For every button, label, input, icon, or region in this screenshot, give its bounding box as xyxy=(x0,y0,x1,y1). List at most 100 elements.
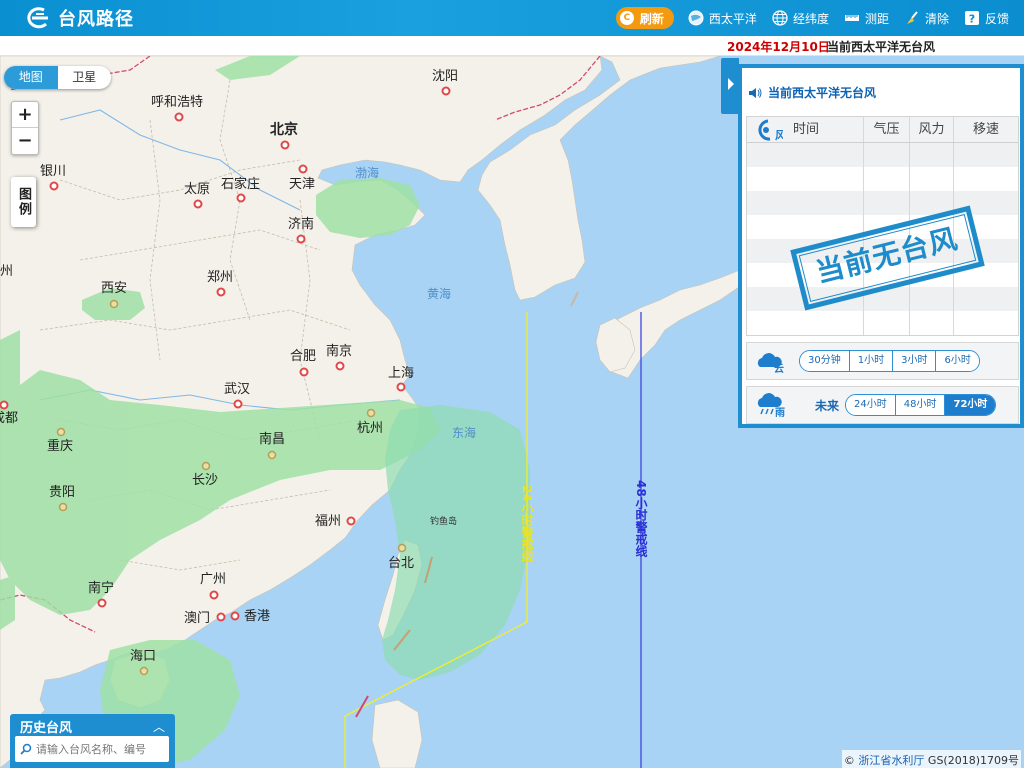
sea-label-east-china-sea: 东海 xyxy=(452,425,476,440)
history-typhoon-box: 历史台风 ︿ xyxy=(10,714,175,768)
zoom-out-button[interactable]: − xyxy=(12,128,38,154)
status-message: 当前西太平洋无台风 xyxy=(827,40,936,54)
globe-icon xyxy=(688,10,704,26)
map-copyright: © 浙江省水利厅 GS(2018)1709号 xyxy=(841,750,1021,768)
table-row xyxy=(747,311,1018,335)
refresh-label: 刷新 xyxy=(639,11,664,26)
svg-text:合肥: 合肥 xyxy=(290,349,316,364)
measure-label: 测距 xyxy=(864,11,889,26)
rain-option-24h[interactable]: 24小时 xyxy=(846,395,896,415)
refresh-icon: C xyxy=(619,11,634,25)
sea-label-diaoyu: 钓鱼岛 xyxy=(430,515,457,527)
warning-label-24h: 24小时警戒线 xyxy=(520,485,534,562)
city-partial-west[interactable]: 州 xyxy=(0,264,13,279)
cloud-option-1h[interactable]: 1小时 xyxy=(849,351,894,371)
typhoon-logo-icon xyxy=(27,7,48,29)
svg-text:银川: 银川 xyxy=(40,164,66,179)
panel-title: 当前西太平洋无台风 xyxy=(748,84,876,101)
svg-text:太原: 太原 xyxy=(184,182,210,197)
satellite-view-button[interactable]: 卫星 xyxy=(58,66,112,89)
svg-text:澳门: 澳门 xyxy=(184,610,210,626)
svg-text:上海: 上海 xyxy=(388,366,414,381)
svg-text:贵阳: 贵阳 xyxy=(49,485,75,500)
grid-globe-icon xyxy=(772,10,788,26)
header-bar: 台风路径 C 刷新 西太平洋 经纬度 测距 清除 ? 反馈 xyxy=(0,0,1024,36)
ruler-icon xyxy=(844,15,859,21)
panel-collapse-tab[interactable] xyxy=(721,58,739,114)
svg-text:香港: 香港 xyxy=(244,609,270,624)
svg-text:南宁: 南宁 xyxy=(88,580,114,596)
luzon-island xyxy=(371,699,423,768)
header-wind-force: 风力 xyxy=(910,117,954,142)
lat-lon-label: 经纬度 xyxy=(792,11,829,26)
collapse-caret-icon[interactable]: ︿ xyxy=(153,718,165,735)
clear-button[interactable]: 清除 xyxy=(904,10,949,27)
svg-text:杭州: 杭州 xyxy=(357,421,383,436)
search-icon xyxy=(20,743,32,755)
copyright-org-link[interactable]: 浙江省水利厅 xyxy=(858,754,924,767)
copyright-symbol: © xyxy=(843,754,855,767)
header-speed: 移速 xyxy=(972,122,999,137)
current-date: 2024年12月10日 xyxy=(727,40,830,54)
rain-interval-selector: 24小时 48小时 72小时 xyxy=(845,394,997,416)
west-pacific-button[interactable]: 西太平洋 xyxy=(688,10,757,27)
header-pressure: 气压 xyxy=(864,117,910,142)
wind-icon: 风 xyxy=(758,119,783,142)
zoom-in-button[interactable]: + xyxy=(12,102,38,128)
table-header: 风 时间 气压 风力 移速 xyxy=(747,117,1018,143)
app-logo: 台风路径 xyxy=(24,5,134,31)
app-title: 台风路径 xyxy=(58,9,134,30)
legend-button[interactable]: 图例 xyxy=(11,177,36,227)
svg-text:?: ? xyxy=(969,13,975,26)
svg-text:呼和浩特: 呼和浩特 xyxy=(151,95,203,110)
panel-body: 当前西太平洋无台风 风 时间 气压 风力 移速 xyxy=(738,64,1024,428)
svg-text:台北: 台北 xyxy=(388,556,414,571)
header-time: 时间 xyxy=(793,121,820,137)
svg-text:南昌: 南昌 xyxy=(259,431,285,447)
svg-text:重庆: 重庆 xyxy=(47,438,73,454)
map-approval-code: GS(2018)1709号 xyxy=(927,754,1019,767)
status-bar: 2024年12月10日 当前西太平洋无台风 xyxy=(0,36,1024,56)
svg-text:武汉: 武汉 xyxy=(224,382,250,397)
clear-label: 清除 xyxy=(924,11,949,26)
svg-text:西安: 西安 xyxy=(101,281,127,296)
rain-option-72h[interactable]: 72小时 xyxy=(945,395,996,415)
svg-text:海口: 海口 xyxy=(130,649,156,664)
typhoon-table: 风 时间 气压 风力 移速 xyxy=(746,116,1019,336)
svg-text:南京: 南京 xyxy=(326,343,352,359)
rain-cloud-icon: 雨 xyxy=(757,393,785,417)
map-view-button[interactable]: 地图 xyxy=(4,66,58,89)
measure-button[interactable]: 测距 xyxy=(844,10,889,27)
table-row xyxy=(747,191,1018,215)
svg-text:北京: 北京 xyxy=(270,121,298,138)
cloud-option-30min[interactable]: 30分钟 xyxy=(800,351,850,371)
svg-text:成都: 成都 xyxy=(0,411,18,426)
feedback-label: 反馈 xyxy=(984,11,1009,26)
cloud-option-6h[interactable]: 6小时 xyxy=(936,351,979,371)
history-title: 历史台风 xyxy=(20,721,73,736)
svg-text:风: 风 xyxy=(775,128,783,142)
panel-title-text: 当前西太平洋无台风 xyxy=(768,86,877,100)
table-row xyxy=(747,167,1018,191)
svg-text:福州: 福州 xyxy=(315,514,341,529)
refresh-button[interactable]: C 刷新 xyxy=(615,7,674,29)
table-row xyxy=(747,143,1018,167)
cloud-interval-selector: 30分钟 1小时 3小时 6小时 xyxy=(799,350,980,372)
history-search-input[interactable] xyxy=(36,742,166,756)
svg-text:云: 云 xyxy=(774,363,784,373)
rain-future-label: 未来 xyxy=(815,398,840,413)
svg-text:郑州: 郑州 xyxy=(207,270,233,285)
svg-text:广州: 广州 xyxy=(200,572,226,587)
rain-option-48h[interactable]: 48小时 xyxy=(895,395,946,415)
lat-lon-button[interactable]: 经纬度 xyxy=(772,10,829,27)
cloud-option-3h[interactable]: 3小时 xyxy=(893,351,937,371)
svg-text:州: 州 xyxy=(0,264,13,279)
cloud-icon: 云 xyxy=(757,353,784,373)
map-type-toggle: 地图 卫星 xyxy=(4,66,111,89)
help-icon: ? xyxy=(964,11,979,26)
svg-text:雨: 雨 xyxy=(775,407,785,417)
feedback-button[interactable]: ? 反馈 xyxy=(964,10,1009,27)
history-search-box xyxy=(15,736,169,762)
broom-icon xyxy=(906,11,918,24)
panel-inner: 当前西太平洋无台风 风 时间 气压 风力 移速 xyxy=(742,68,1020,424)
